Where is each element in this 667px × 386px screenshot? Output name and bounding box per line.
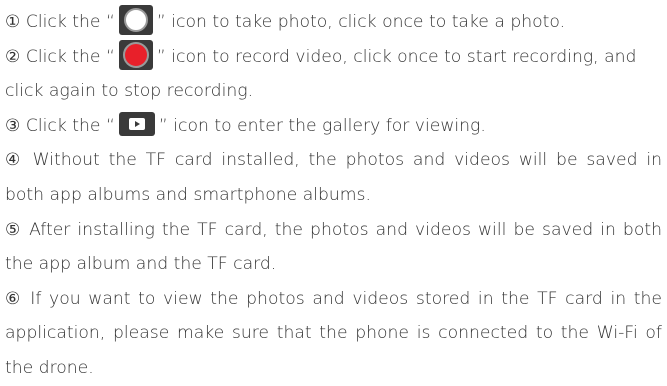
step-3-text-after: ” icon to enter the gallery for viewing. [158, 115, 486, 136]
step-1-text-after: ” icon to take photo, click once to take… [156, 12, 566, 32]
step-6-line-1: ⑥ If you want to view the photos and vid… [5, 288, 662, 309]
record-icon [118, 39, 153, 70]
step-6-line-2: application, please make sure that the p… [5, 323, 662, 344]
step-4-line-2: both app albums and smartphone albums. [5, 184, 371, 205]
gallery-play-icon [118, 111, 155, 136]
step-1-text-before: ① Click the “ [5, 12, 115, 32]
step-2-text-before: ② Click the “ [5, 46, 115, 67]
step-2: ② Click the “ ” icon to record video, cli… [5, 39, 662, 75]
instructions: ① Click the “ ” icon to take photo, click… [5, 5, 662, 386]
step-3: ③ Click the “ ” icon to enter the gallery… [5, 109, 662, 144]
step-3-text-before: ③ Click the “ [5, 115, 115, 136]
step-2-text-after: ” icon to record video, click once to st… [156, 46, 637, 67]
step-1: ① Click the “ ” icon to take photo, click… [5, 5, 662, 40]
step-2-continued: click again to stop recording. [5, 81, 254, 102]
step-5-line-1: ⑤ After installing the TF card, the phot… [5, 219, 662, 240]
step-6-line-3: the drone. [5, 357, 94, 378]
shutter-icon [118, 5, 153, 35]
step-4-line-1: ④ Without the TF card installed, the pho… [5, 150, 662, 171]
step-5-line-2: the app album and the TF card. [5, 254, 277, 275]
